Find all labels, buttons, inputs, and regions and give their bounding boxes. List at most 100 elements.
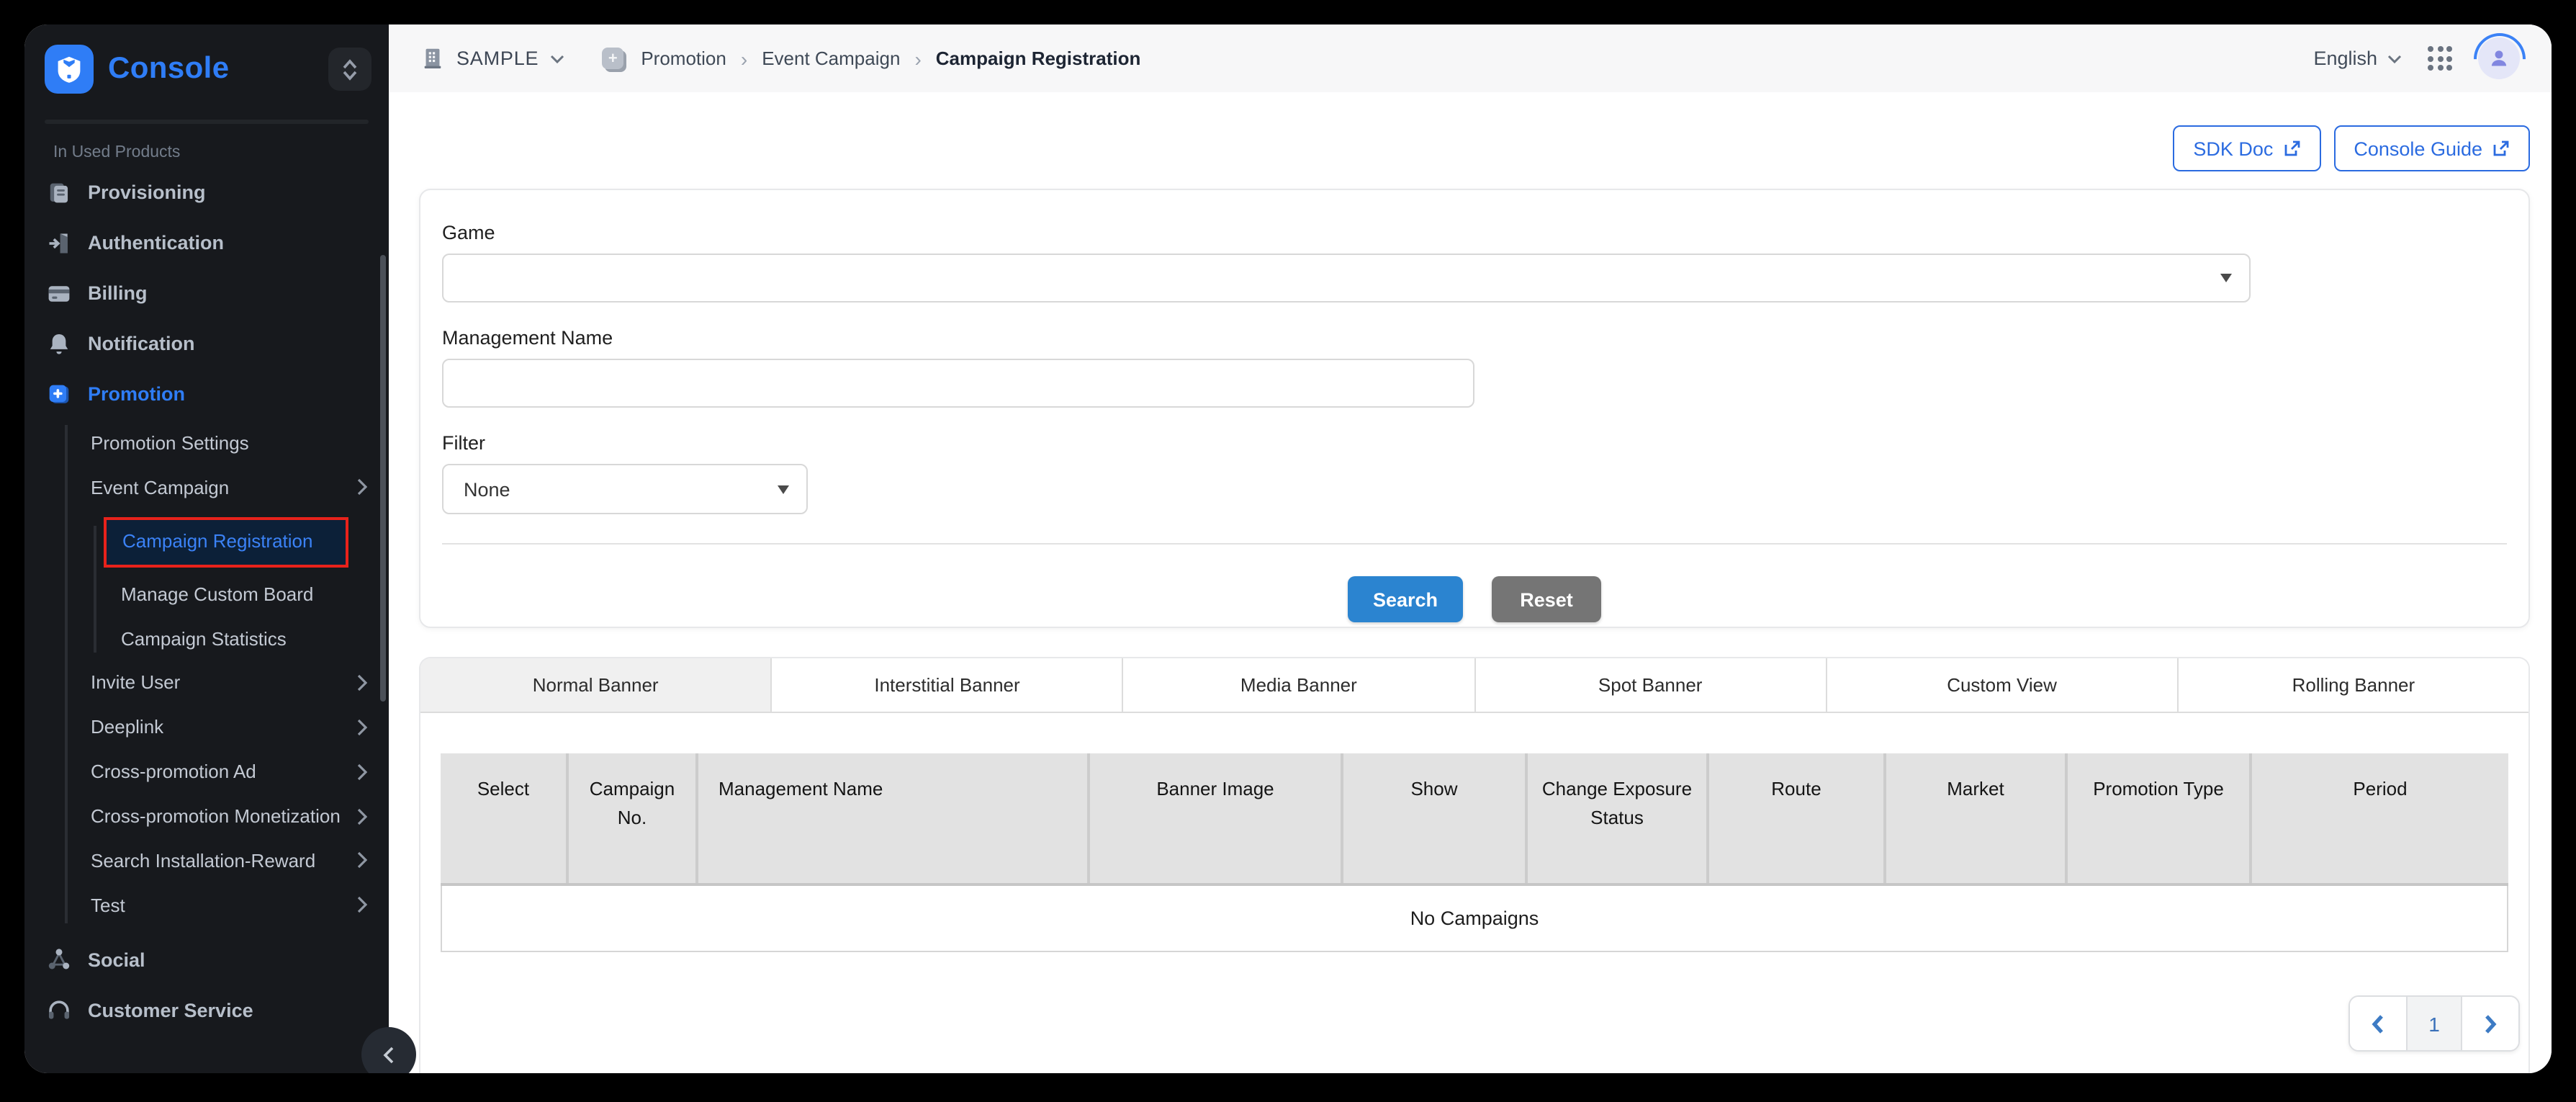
language-selector[interactable]: English [2313, 48, 2402, 69]
sidebar-item-promotion[interactable]: Promotion [24, 369, 389, 419]
bell-icon [45, 330, 72, 357]
console-guide-button[interactable]: Console Guide [2333, 125, 2530, 171]
tab-interstitial-banner[interactable]: Interstitial Banner [772, 658, 1123, 713]
breadcrumb-item-event-campaign[interactable]: Event Campaign [762, 48, 900, 69]
screen: Console In Used Products Provisioning Au… [0, 0, 2576, 1102]
console-logo-text: Console [108, 52, 314, 86]
sidebar-item-social[interactable]: Social [24, 935, 389, 985]
campaign-list-card: Normal Banner Interstitial Banner Media … [419, 657, 2530, 1073]
sidebar-item-campaign-statistics[interactable]: Campaign Statistics [24, 617, 389, 662]
search-filter-card: Game Management Name Filter None Search … [419, 189, 2530, 628]
plus-badge-icon [45, 380, 72, 408]
promotion-badge-icon: + [602, 48, 623, 69]
breadcrumb-current: Campaign Registration [936, 48, 1141, 69]
reset-button[interactable]: Reset [1492, 576, 1601, 622]
console-shield-logo-icon [45, 45, 94, 94]
breadcrumb: SAMPLE + Promotion › Event Campaign › Ca… [420, 46, 2313, 71]
sidebar-scrollbar[interactable] [380, 255, 386, 702]
column-header-route: Route [1709, 753, 1886, 883]
sidebar-item-notification[interactable]: Notification [24, 318, 389, 369]
chevron-right-icon [357, 807, 367, 825]
apps-grid-icon[interactable] [2428, 46, 2452, 71]
sidebar-item-authentication[interactable]: Authentication [24, 218, 389, 268]
chevron-right-icon [357, 674, 367, 691]
tab-normal-banner[interactable]: Normal Banner [420, 658, 772, 713]
dropdown-caret-icon [778, 485, 789, 493]
management-name-label: Management Name [442, 327, 2507, 349]
sidebar-item-provisioning[interactable]: Provisioning [24, 167, 389, 218]
pagination-row: 1 [420, 995, 2520, 1052]
sidebar-item-deeplink[interactable]: Deeplink [24, 707, 389, 751]
column-header-banner-image: Banner Image [1090, 753, 1343, 883]
sidebar-item-label: Provisioning [88, 182, 206, 203]
chevron-right-icon [357, 479, 367, 496]
pagination-prev-button[interactable] [2350, 997, 2406, 1050]
credit-card-icon [45, 279, 72, 307]
sidebar-divider [45, 120, 369, 124]
sidebar-item-label: Promotion [88, 383, 185, 405]
breadcrumb-separator: › [911, 47, 924, 70]
chevron-left-icon [2372, 1013, 2384, 1034]
topbar: SAMPLE + Promotion › Event Campaign › Ca… [389, 24, 2552, 92]
headset-icon [45, 997, 72, 1024]
sdk-doc-button[interactable]: SDK Doc [2173, 125, 2320, 171]
sidebar-item-cross-promotion-monetization[interactable]: Cross-promotion Monetization [24, 795, 389, 840]
tab-spot-banner[interactable]: Spot Banner [1475, 658, 1827, 713]
column-header-market: Market [1886, 753, 2068, 883]
banner-type-tabs: Normal Banner Interstitial Banner Media … [420, 658, 2528, 713]
page-content: SDK Doc Console Guide Game Management Na… [389, 92, 2552, 1073]
sidebar-section-label: In Used Products [53, 144, 389, 161]
pagination-current-page[interactable]: 1 [2406, 997, 2462, 1050]
pagination: 1 [2348, 995, 2520, 1052]
sidebar-item-invite-user[interactable]: Invite User [24, 662, 389, 707]
event-campaign-children: Campaign Registration Manage Custom Boar… [24, 517, 389, 662]
sidebar-item-customer-service[interactable]: Customer Service [24, 985, 389, 1036]
tab-rolling-banner[interactable]: Rolling Banner [2179, 658, 2528, 713]
sidebar-item-label: Notification [88, 333, 195, 354]
org-name: SAMPLE [456, 48, 539, 69]
sidebar-item-test[interactable]: Test [24, 884, 389, 929]
management-name-input[interactable] [442, 359, 1474, 408]
chevron-down-icon [341, 70, 359, 80]
sidebar-item-cross-promotion-ad[interactable]: Cross-promotion Ad [24, 751, 389, 795]
sidebar-item-label: Billing [88, 282, 148, 304]
topbar-controls: English [2313, 37, 2520, 79]
avatar[interactable] [2478, 37, 2520, 79]
pagination-next-button[interactable] [2462, 997, 2518, 1050]
breadcrumb-item-promotion[interactable]: Promotion [641, 48, 726, 69]
card-divider [442, 543, 2507, 545]
doc-links-row: SDK Doc Console Guide [419, 125, 2530, 171]
sidebar-logo-row: Console [24, 24, 389, 108]
search-button[interactable]: Search [1348, 576, 1463, 622]
sidebar-item-promotion-settings[interactable]: Promotion Settings [24, 422, 389, 467]
column-header-change-exposure-status: Change Exposure Status [1528, 753, 1709, 883]
sidebar-item-label: Social [88, 949, 145, 971]
filter-label: Filter [442, 432, 2507, 454]
tab-custom-view[interactable]: Custom View [1827, 658, 2178, 713]
game-select[interactable] [442, 254, 2251, 303]
chevron-right-icon [357, 852, 367, 869]
building-icon [420, 46, 445, 71]
filter-select[interactable]: None [442, 464, 808, 514]
column-header-management-name: Management Name [698, 753, 1090, 883]
game-label: Game [442, 222, 2507, 243]
breadcrumb-separator: › [738, 47, 750, 70]
sidebar-item-campaign-registration[interactable]: Campaign Registration [104, 517, 348, 568]
tab-media-banner[interactable]: Media Banner [1124, 658, 1475, 713]
sidebar-expand-toggle-button[interactable] [328, 48, 371, 91]
external-link-icon [2492, 140, 2510, 157]
campaign-table: Select Campaign No. Management Name Bann… [441, 753, 2508, 952]
chevron-right-icon [357, 897, 367, 914]
sidebar-item-event-campaign[interactable]: Event Campaign [24, 467, 389, 511]
org-selector[interactable]: SAMPLE [420, 46, 564, 71]
sidebar-item-search-installation-reward[interactable]: Search Installation-Reward [24, 840, 389, 884]
app-window: Console In Used Products Provisioning Au… [24, 24, 2552, 1073]
sidebar-item-billing[interactable]: Billing [24, 268, 389, 318]
chevron-right-icon [357, 719, 367, 736]
sidebar-item-label: Customer Service [88, 1000, 253, 1021]
sidebar: Console In Used Products Provisioning Au… [24, 24, 389, 1073]
column-header-select: Select [441, 753, 569, 883]
chevron-right-icon [357, 763, 367, 780]
filter-selected-value: None [464, 478, 510, 500]
sidebar-item-manage-custom-board[interactable]: Manage Custom Board [24, 573, 389, 617]
